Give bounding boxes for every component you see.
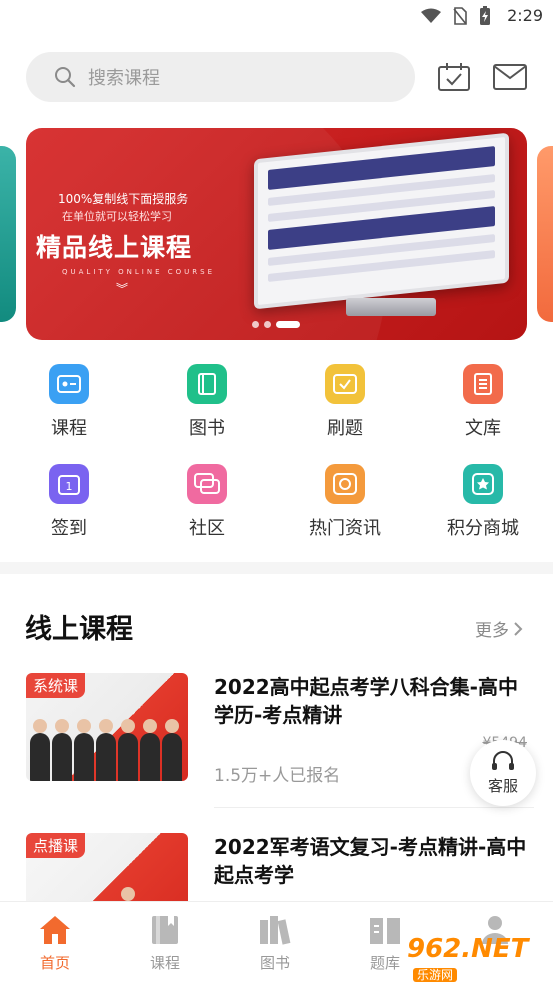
banner-subtitle-2: 在单位就可以轻松学习 bbox=[62, 210, 172, 223]
search-icon bbox=[55, 67, 76, 88]
course-title: 2022军考语文复习-考点精讲-高中起点考学 bbox=[214, 835, 527, 887]
wifi-icon bbox=[421, 8, 441, 23]
status-icons bbox=[421, 6, 491, 26]
no-sim-icon bbox=[453, 7, 467, 25]
course-tag: 系统课 bbox=[26, 673, 86, 698]
banner-subtitle-1: 100%复制线下面授服务 bbox=[58, 192, 189, 206]
tab-label: 题库 bbox=[369, 954, 400, 972]
category-book[interactable]: 图书 bbox=[138, 364, 276, 440]
books-tab-icon bbox=[260, 916, 291, 945]
chevron-down-icon: ︾ bbox=[116, 282, 129, 296]
category-label: 刷题 bbox=[327, 418, 363, 439]
category-label: 课程 bbox=[51, 418, 87, 439]
more-label: 更多 bbox=[475, 621, 509, 641]
carousel-indicator bbox=[252, 321, 300, 328]
category-news[interactable]: 热门资讯 bbox=[276, 464, 414, 540]
banner-english: QUALITY ONLINE COURSE bbox=[62, 268, 216, 276]
watermark-logo: 962.NET 乐游网 bbox=[407, 934, 549, 982]
course-tab-icon bbox=[152, 916, 178, 944]
status-bar: 2:29 bbox=[0, 0, 553, 32]
course-enrolled: 1.5万+人已报名 bbox=[214, 766, 341, 786]
category-label: 热门资讯 bbox=[309, 518, 381, 539]
banner-title: 精品线上课程 bbox=[36, 233, 193, 262]
category-label: 积分商城 bbox=[447, 518, 519, 539]
tab-books[interactable]: 图书 bbox=[220, 914, 330, 973]
search-input[interactable]: 搜索课程 bbox=[26, 52, 415, 102]
category-label: 文库 bbox=[465, 418, 501, 439]
category-course[interactable]: 课程 bbox=[0, 364, 138, 440]
teachers-image bbox=[30, 719, 182, 781]
course-title: 2022高中起点考学八科合集-高中学历-考点精讲 bbox=[214, 675, 518, 727]
banner-next-peek[interactable] bbox=[537, 146, 553, 322]
category-practice[interactable]: 刷题 bbox=[276, 364, 414, 440]
checkin-icon: 1 bbox=[49, 464, 89, 504]
section-divider bbox=[0, 562, 553, 574]
practice-icon bbox=[325, 364, 365, 404]
banner-carousel[interactable]: 100%复制线下面授服务 在单位就可以轻松学习 精品线上课程 QUALITY O… bbox=[0, 128, 553, 340]
carousel-dot[interactable] bbox=[252, 321, 259, 328]
category-checkin[interactable]: 1 签到 bbox=[0, 464, 138, 540]
monitor-image bbox=[254, 132, 509, 310]
calendar-check-icon[interactable] bbox=[436, 60, 472, 94]
watermark-sub: 乐游网 bbox=[413, 968, 458, 982]
course-divider bbox=[214, 807, 534, 808]
customer-service-label: 客服 bbox=[487, 776, 518, 795]
status-time: 2:29 bbox=[507, 6, 543, 25]
tab-label: 图书 bbox=[259, 954, 290, 972]
watermark-text: 962.NET bbox=[407, 934, 529, 964]
search-placeholder: 搜索课程 bbox=[88, 68, 160, 89]
tab-course[interactable]: 课程 bbox=[110, 914, 220, 973]
headset-icon bbox=[492, 750, 514, 770]
carousel-dot-active[interactable] bbox=[276, 321, 300, 328]
category-community[interactable]: 社区 bbox=[138, 464, 276, 540]
monitor-stand-image bbox=[346, 298, 436, 316]
course-thumbnail: 系统课 bbox=[26, 673, 188, 781]
battery-charging-icon bbox=[480, 6, 490, 25]
course-tag: 点播课 bbox=[26, 833, 86, 858]
category-label: 图书 bbox=[189, 418, 225, 439]
category-label: 签到 bbox=[51, 518, 87, 539]
tab-label: 课程 bbox=[149, 954, 180, 972]
banner-prev-peek[interactable] bbox=[0, 146, 16, 322]
customer-service-button[interactable]: 客服 bbox=[470, 740, 536, 806]
home-icon bbox=[40, 916, 70, 944]
tab-home[interactable]: 首页 bbox=[0, 914, 110, 973]
news-icon bbox=[325, 464, 365, 504]
question-bank-icon bbox=[370, 918, 400, 944]
carousel-dot[interactable] bbox=[264, 321, 271, 328]
points-mall-icon bbox=[463, 464, 503, 504]
section-title: 线上课程 bbox=[25, 614, 133, 645]
category-label: 社区 bbox=[189, 518, 225, 539]
tab-label: 首页 bbox=[39, 954, 70, 972]
book-icon bbox=[187, 364, 227, 404]
library-icon bbox=[463, 364, 503, 404]
course-icon bbox=[49, 364, 89, 404]
category-points-mall[interactable]: 积分商城 bbox=[414, 464, 552, 540]
mail-icon[interactable] bbox=[492, 60, 528, 94]
more-link[interactable]: 更多 bbox=[475, 616, 523, 641]
course-card[interactable]: 系统课 2022高中起点考学八科合集-高中学历-考点精讲 ¥5494 1.5万+… bbox=[26, 673, 534, 808]
community-icon bbox=[187, 464, 227, 504]
category-library[interactable]: 文库 bbox=[414, 364, 552, 440]
chevron-right-icon bbox=[514, 621, 523, 636]
banner-slide[interactable]: 100%复制线下面授服务 在单位就可以轻松学习 精品线上课程 QUALITY O… bbox=[26, 128, 527, 340]
svg-text:1: 1 bbox=[66, 480, 73, 493]
